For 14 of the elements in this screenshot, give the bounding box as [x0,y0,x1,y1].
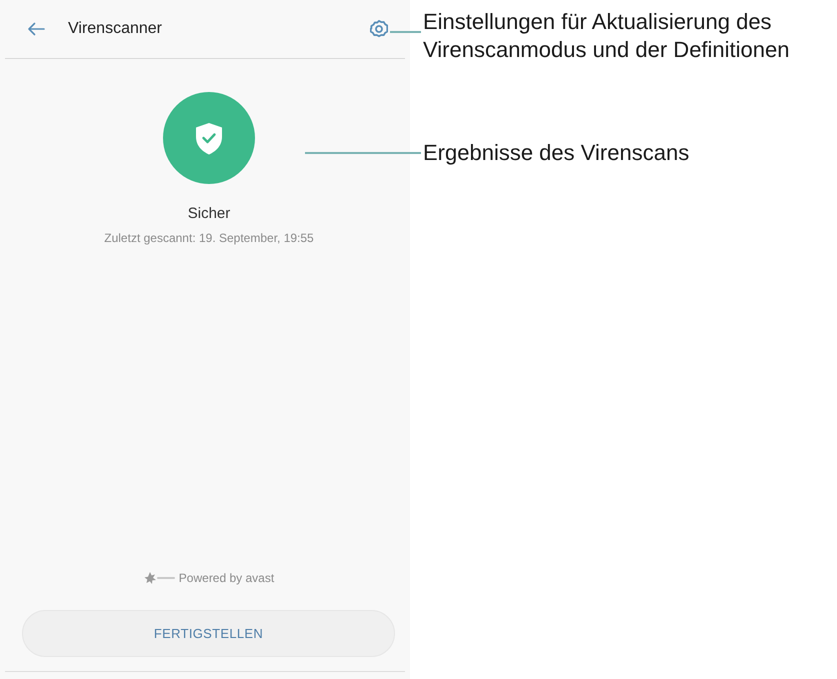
settings-icon [370,20,388,38]
screen-title: Virenscanner [68,19,163,39]
logo-icon [144,571,176,585]
powered-by-text: Powered by avast [178,570,274,587]
settings-button[interactable] [370,20,388,38]
leader-line [390,31,421,33]
callout-text: Ergebnisse des Virenscans [423,139,690,167]
callout-text: Einstellungen für Aktualisierung des Virenscanmodus und der Definitionen [423,8,790,64]
status-label: Sicher [188,204,230,224]
last-scan-text: Zuletzt gescannt: 19. September, 19:55 [104,230,314,246]
back-arrow-icon [27,22,45,36]
shield-check-icon [163,92,255,184]
finish-button[interactable]: FERTIGSTELLEN [22,610,395,657]
back-button[interactable] [27,21,45,37]
